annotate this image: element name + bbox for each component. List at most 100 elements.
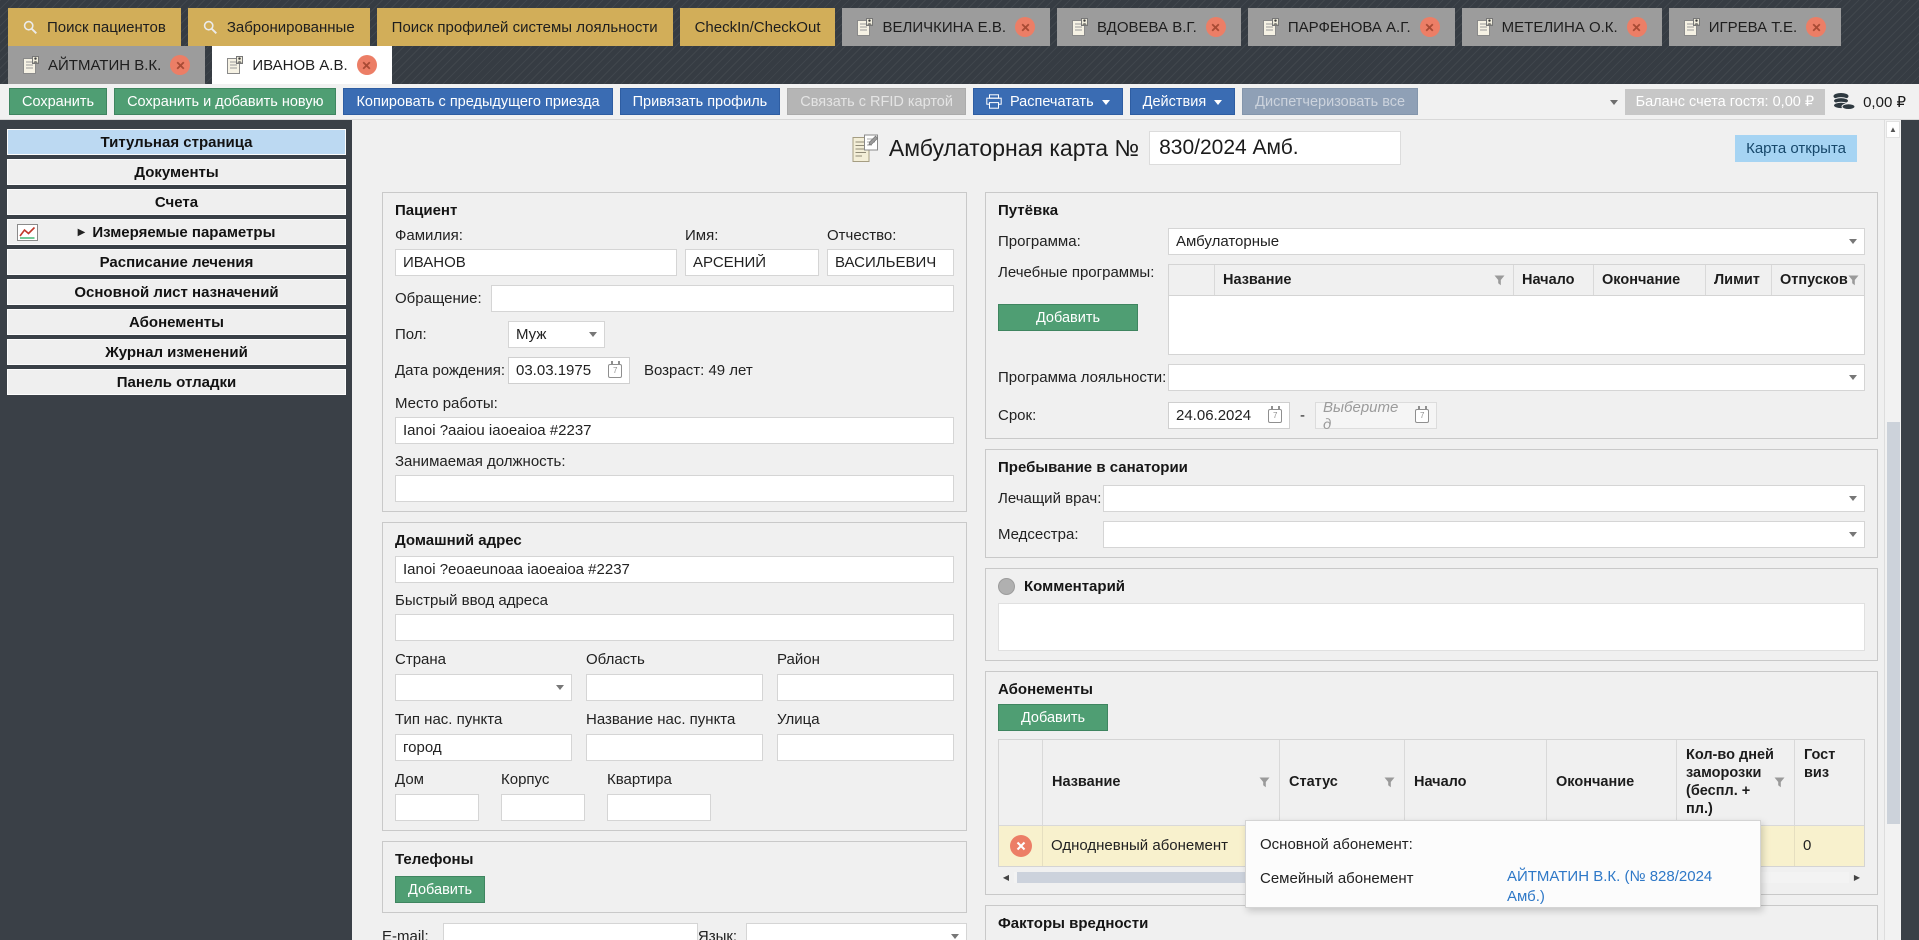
col-limit[interactable]: Лимит bbox=[1706, 265, 1772, 295]
filter-funnel-icon[interactable] bbox=[1774, 777, 1785, 788]
settlement-name-input[interactable] bbox=[586, 734, 763, 761]
middle-name-input[interactable] bbox=[827, 249, 954, 276]
program-select[interactable]: Амбулаторные bbox=[1168, 228, 1865, 255]
tab-patient-vdoveva[interactable]: ВДОВЕВА В.Г. bbox=[1057, 8, 1241, 46]
sidebar-item-measured-params[interactable]: ▶ Измеряемые параметры bbox=[7, 219, 346, 245]
close-icon[interactable] bbox=[357, 55, 377, 75]
tab-booked[interactable]: Забронированные bbox=[188, 8, 370, 46]
loyalty-program-select[interactable] bbox=[1168, 364, 1865, 391]
col-guest-visits[interactable]: Гост виз bbox=[1795, 740, 1864, 826]
sidebar-item-treatment-schedule[interactable]: Расписание лечения bbox=[7, 249, 346, 275]
vertical-scrollbar[interactable]: ▲ bbox=[1884, 120, 1901, 940]
apartment-input[interactable] bbox=[607, 794, 711, 821]
sidebar-item-documents[interactable]: Документы bbox=[7, 159, 346, 185]
col-name[interactable]: Название bbox=[1215, 265, 1514, 295]
tab-patient-parfenova[interactable]: ПАРФЕНОВА А.Г. bbox=[1248, 8, 1455, 46]
card-number-input[interactable]: 830/2024 Амб. bbox=[1149, 131, 1401, 165]
comment-textarea[interactable] bbox=[998, 603, 1865, 651]
tab-patient-velichkina[interactable]: ВЕЛИЧКИНА Е.В. bbox=[842, 8, 1050, 46]
language-select[interactable] bbox=[746, 923, 967, 940]
close-icon[interactable] bbox=[1627, 17, 1647, 37]
col-subscription-name[interactable]: Название bbox=[1043, 740, 1280, 826]
quick-address-input[interactable] bbox=[395, 614, 954, 641]
sidebar-item-change-log[interactable]: Журнал изменений bbox=[7, 339, 346, 365]
col-start[interactable]: Начало bbox=[1514, 265, 1594, 295]
col-subscription-end[interactable]: Окончание bbox=[1547, 740, 1677, 826]
col-freeze-days[interactable]: Кол-во дней заморозки (беспл. + пл.) bbox=[1677, 740, 1795, 826]
save-and-add-button[interactable]: Сохранить и добавить новую bbox=[114, 88, 336, 115]
col-end[interactable]: Окончание bbox=[1594, 265, 1706, 295]
filter-funnel-icon[interactable] bbox=[1848, 275, 1859, 286]
birth-date-input[interactable]: 03.03.1975 bbox=[508, 357, 630, 384]
period-from-input[interactable]: 24.06.2024 bbox=[1168, 402, 1290, 429]
chevron-down-icon bbox=[556, 685, 564, 694]
salutation-input[interactable] bbox=[491, 285, 954, 312]
search-icon bbox=[23, 20, 38, 35]
sidebar-item-subscriptions[interactable]: Абонементы bbox=[7, 309, 346, 335]
last-name-input[interactable] bbox=[395, 249, 677, 276]
tab-loyalty-search[interactable]: Поиск профилей системы лояльности bbox=[377, 8, 673, 46]
email-input[interactable] bbox=[443, 923, 697, 940]
tab-patient-igreva[interactable]: ИГРЕВА Т.Е. bbox=[1669, 8, 1841, 46]
sidebar-item-title-page[interactable]: Титульная страница bbox=[7, 129, 346, 155]
workplace-input[interactable] bbox=[395, 417, 954, 444]
tab-patient-metelina[interactable]: МЕТЕЛИНА О.К. bbox=[1462, 8, 1662, 46]
street-input[interactable] bbox=[777, 734, 954, 761]
house-input[interactable] bbox=[395, 794, 479, 821]
sidebar-item-main-prescription-sheet[interactable]: Основной лист назначений bbox=[7, 279, 346, 305]
close-icon[interactable] bbox=[1015, 17, 1035, 37]
filter-funnel-icon[interactable] bbox=[1384, 777, 1395, 788]
close-icon[interactable] bbox=[170, 55, 190, 75]
country-select[interactable] bbox=[395, 674, 572, 701]
settlement-type-input[interactable] bbox=[395, 734, 572, 761]
calendar-icon bbox=[1415, 409, 1429, 423]
family-subscription-link[interactable]: АЙТМАТИН В.К. (№ 828/2024 Амб.) bbox=[1507, 867, 1746, 906]
first-name-input[interactable] bbox=[685, 249, 819, 276]
sidebar-item-invoices[interactable]: Счета bbox=[7, 189, 346, 215]
add-subscription-button[interactable]: Добавить bbox=[998, 704, 1108, 731]
district-input[interactable] bbox=[777, 674, 954, 701]
col-vacations[interactable]: Отпусков bbox=[1772, 265, 1864, 295]
card-status-badge[interactable]: Карта открыта bbox=[1735, 135, 1857, 162]
calendar-icon[interactable] bbox=[608, 364, 622, 378]
filter-funnel-icon[interactable] bbox=[1259, 777, 1270, 788]
save-button[interactable]: Сохранить bbox=[9, 88, 107, 115]
tab-search-patients[interactable]: Поиск пациентов bbox=[8, 8, 181, 46]
expand-triangle-icon[interactable]: ▶ bbox=[78, 227, 86, 238]
nurse-label: Медсестра: bbox=[998, 526, 1103, 543]
vertical-scrollbar-thumb[interactable] bbox=[1887, 422, 1900, 824]
tab-patient-ivanov-active[interactable]: ИВАНОВ А.В. bbox=[212, 46, 391, 84]
print-button[interactable]: Распечатать bbox=[973, 88, 1123, 115]
region-input[interactable] bbox=[586, 674, 763, 701]
add-phone-button[interactable]: Добавить bbox=[395, 876, 485, 903]
col-subscription-start[interactable]: Начало bbox=[1405, 740, 1547, 826]
scroll-right-icon[interactable]: ▶ bbox=[1849, 873, 1865, 882]
tab-checkin-checkout[interactable]: CheckIn/CheckOut bbox=[680, 8, 836, 46]
gender-select[interactable]: Муж bbox=[508, 321, 605, 348]
close-icon[interactable] bbox=[1806, 17, 1826, 37]
add-treatment-program-button[interactable]: Добавить bbox=[998, 304, 1138, 331]
program-label: Программа: bbox=[998, 233, 1168, 250]
position-input[interactable] bbox=[395, 475, 954, 502]
close-icon[interactable] bbox=[1206, 17, 1226, 37]
tab-label: ИГРЕВА Т.Е. bbox=[1709, 19, 1797, 36]
actions-button[interactable]: Действия bbox=[1130, 88, 1236, 115]
collapse-circle-icon[interactable] bbox=[998, 578, 1015, 595]
tab-patient-aytmatin[interactable]: АЙТМАТИН В.К. bbox=[8, 46, 205, 84]
scroll-left-icon[interactable]: ◀ bbox=[998, 873, 1014, 882]
building-input[interactable] bbox=[501, 794, 585, 821]
scroll-up-icon[interactable]: ▲ bbox=[1886, 121, 1900, 138]
col-subscription-status[interactable]: Статус bbox=[1280, 740, 1405, 826]
scrollbar-thumb[interactable] bbox=[1017, 872, 1247, 883]
calendar-icon[interactable] bbox=[1268, 409, 1282, 423]
nurse-select[interactable] bbox=[1103, 521, 1865, 548]
filter-funnel-icon[interactable] bbox=[1494, 275, 1505, 286]
copy-from-previous-button[interactable]: Копировать с предыдущего приезда bbox=[343, 88, 612, 115]
doctor-select[interactable] bbox=[1103, 485, 1865, 512]
close-icon[interactable] bbox=[1420, 17, 1440, 37]
toolbar-overflow-chevron-icon[interactable] bbox=[1610, 100, 1618, 109]
full-address-input[interactable] bbox=[395, 556, 954, 583]
link-profile-button[interactable]: Привязать профиль bbox=[620, 88, 781, 115]
delete-row-icon[interactable] bbox=[1010, 835, 1032, 857]
sidebar-item-debug-panel[interactable]: Панель отладки bbox=[7, 369, 346, 395]
